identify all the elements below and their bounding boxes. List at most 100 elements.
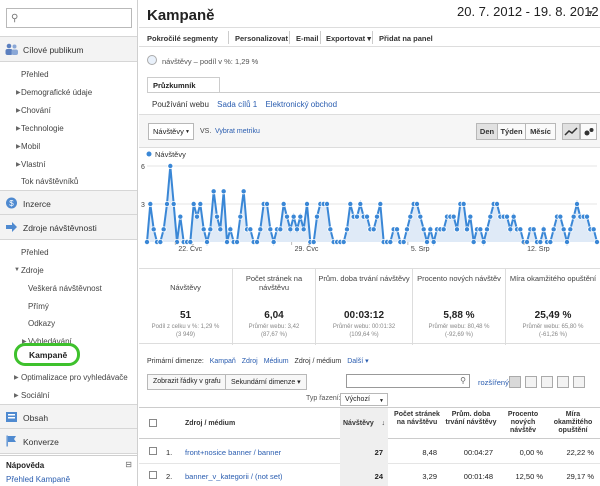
people-icon [5,43,18,55]
data-point [427,226,434,233]
sidebar-item-seo[interactable]: ▶ Optimalizace pro vyhledávače [0,369,137,387]
select-all-checkbox[interactable] [149,419,157,427]
subtab-goal-set-1[interactable]: Sada cílů 1 [217,100,257,109]
scorecard-sub: Průměr webu: 65,80 % [522,324,584,330]
pivot-view-icon[interactable] [573,376,585,388]
column-header-visits[interactable]: Návštěvy ↓ [340,408,388,440]
line-chart-icon [564,127,578,136]
dimension-campaign[interactable]: Kampaň [210,358,236,365]
sidebar-item-mobile[interactable]: ▶ Mobil [0,138,137,156]
help-link[interactable]: Přehled Kampaně [6,475,70,484]
column-header-pages-per-visit[interactable]: Počet stránek na návštěvu [392,411,442,427]
data-point [240,188,247,195]
row-checkbox[interactable] [149,471,157,479]
row-checkbox[interactable] [149,447,157,455]
date-range-picker[interactable]: 20. 7. 2012 - 19. 8. 2012 [457,4,599,19]
sidebar-item-overview[interactable]: Přehled [0,66,137,84]
sidebar-item-traffic-overview[interactable]: Přehled [0,244,137,262]
data-point [247,226,254,233]
column-header-avg-duration[interactable]: Prům. doba trvání návštěvy [445,411,497,427]
data-point [453,226,460,233]
table-row[interactable]: 1. front+nosice banner / banner 27 8,48 … [139,440,600,464]
sidebar-section-traffic-sources[interactable]: Zdroje návštěvnosti [0,214,137,240]
tab-divider [147,92,600,93]
sidebar-item-sources[interactable]: ▼ Zdroje [0,262,137,280]
data-point [440,226,447,233]
data-point [373,213,380,220]
sidebar-section-conversions[interactable]: Konverze [0,428,137,454]
tab-explorer[interactable]: Průzkumník [147,77,220,93]
plot-rows-button[interactable]: Zobrazit řádky v grafu [147,374,227,390]
granularity-day-button[interactable]: Den [476,123,498,140]
data-point [583,213,590,220]
scorecard-bounce-rate: Míra okamžitého opuštění 25,49 % Průměr … [506,269,600,345]
cell-pages: 3,29 [422,472,437,481]
sidebar-section-advertising[interactable]: $ Inzerce [0,190,137,216]
data-point [357,201,364,208]
sidebar-search-input[interactable]: ⚲ [6,8,132,28]
sidebar-item-visitor-flow[interactable]: Tok návštěvníků [0,173,137,191]
line-chart-view-button[interactable] [562,123,580,140]
sidebar-section-label: Obsah [23,413,49,423]
data-point [430,239,437,246]
sidebar-item-all-traffic[interactable]: Veškerá návštěvnost [0,280,137,298]
dimension-medium[interactable]: Médium [264,358,289,365]
table-search-input[interactable]: ⚲ [346,374,470,388]
sidebar-item-campaigns[interactable]: Kampaně [14,343,80,366]
email-button[interactable]: E-mail [296,34,319,43]
secondary-dimension-button[interactable]: Sekundární dimenze ▾ [225,374,307,390]
page-title: Kampaně [147,7,215,24]
data-point [160,226,167,233]
report-toolbar: Pokročilé segmenty Personalizovat E-mail… [139,27,600,47]
column-header-bounce-rate[interactable]: Míra okamžitého opuštění [549,411,597,435]
table-view-icon[interactable] [509,376,521,388]
sidebar-item-social[interactable]: ▶ Sociální [0,387,137,405]
cell-pages: 8,48 [422,448,437,457]
data-point [147,201,154,208]
sort-type-select[interactable]: Výchozí ▼ [340,393,388,406]
data-point [423,239,430,246]
scorecard-value: 51 [179,310,192,321]
advanced-filter-link[interactable]: rozšířený [478,378,509,387]
chevron-down-icon[interactable]: ▼ [587,10,594,17]
granularity-week-button[interactable]: Týden [497,123,526,140]
sidebar-section-content[interactable]: Obsah [0,404,137,430]
sidebar-item-referrals[interactable]: Odkazy [0,315,137,333]
column-header-new-visits[interactable]: Procento nových návštěv [501,411,545,435]
metric-select[interactable]: Návštěvy ▼ [148,123,194,140]
sidebar-section-audience[interactable]: Cílové publikum [0,36,137,62]
segment-pie-icon [147,55,157,65]
scorecard-new-visits: Procento nových návštěv 5,88 % Průměr we… [413,269,506,345]
subtab-ecommerce[interactable]: Elektronický obchod [265,100,337,109]
sidebar-item-demographics[interactable]: ▶ Demografické údaje [0,84,137,102]
cell-bounce: 22,22 % [566,448,594,457]
sidebar-item-behavior[interactable]: ▶ Chování [0,102,137,120]
column-header-source-medium[interactable]: Zdroj / médium [185,420,235,428]
comparison-view-icon[interactable] [557,376,569,388]
select-metric-link[interactable]: Vybrat metriku [215,128,260,135]
export-button[interactable]: Exportovat ▾ [326,34,371,43]
sidebar-item-direct[interactable]: Přímý [0,298,137,316]
sidebar-item-technology[interactable]: ▶ Technologie [0,120,137,138]
dimension-more[interactable]: Další ▾ [347,358,368,365]
performance-view-icon[interactable] [541,376,553,388]
pie-view-icon[interactable] [525,376,537,388]
granularity-month-button[interactable]: Měsíc [525,123,556,140]
sidebar-item-custom[interactable]: ▶ Vlastní [0,156,137,174]
add-to-dashboard-button[interactable]: Přidat na panel [379,34,433,43]
subtab-site-usage[interactable]: Používání webu [152,100,209,109]
scorecard-label: Prům. doba trvání návštěvy [318,274,410,283]
data-point [300,226,307,233]
data-point [480,239,487,246]
row-source-medium-link[interactable]: banner_v_kategorii / (not set) [185,472,283,481]
scorecard-sub2: (-92,69 %) [444,332,473,338]
dimension-source[interactable]: Zdroj [242,358,258,365]
help-collapse-button[interactable]: ⊟ [125,460,132,469]
table-row[interactable]: 2. banner_v_kategorii / (not set) 24 3,2… [139,464,600,486]
row-source-medium-link[interactable]: front+nosice banner / banner [185,448,281,457]
advanced-segments-button[interactable]: Pokročilé segmenty [147,34,218,43]
personalize-button[interactable]: Personalizovat [235,34,288,43]
dimension-source-medium[interactable]: Zdroj / médium [295,358,342,365]
flag-icon [6,435,16,447]
motion-chart-view-button[interactable] [580,123,597,140]
